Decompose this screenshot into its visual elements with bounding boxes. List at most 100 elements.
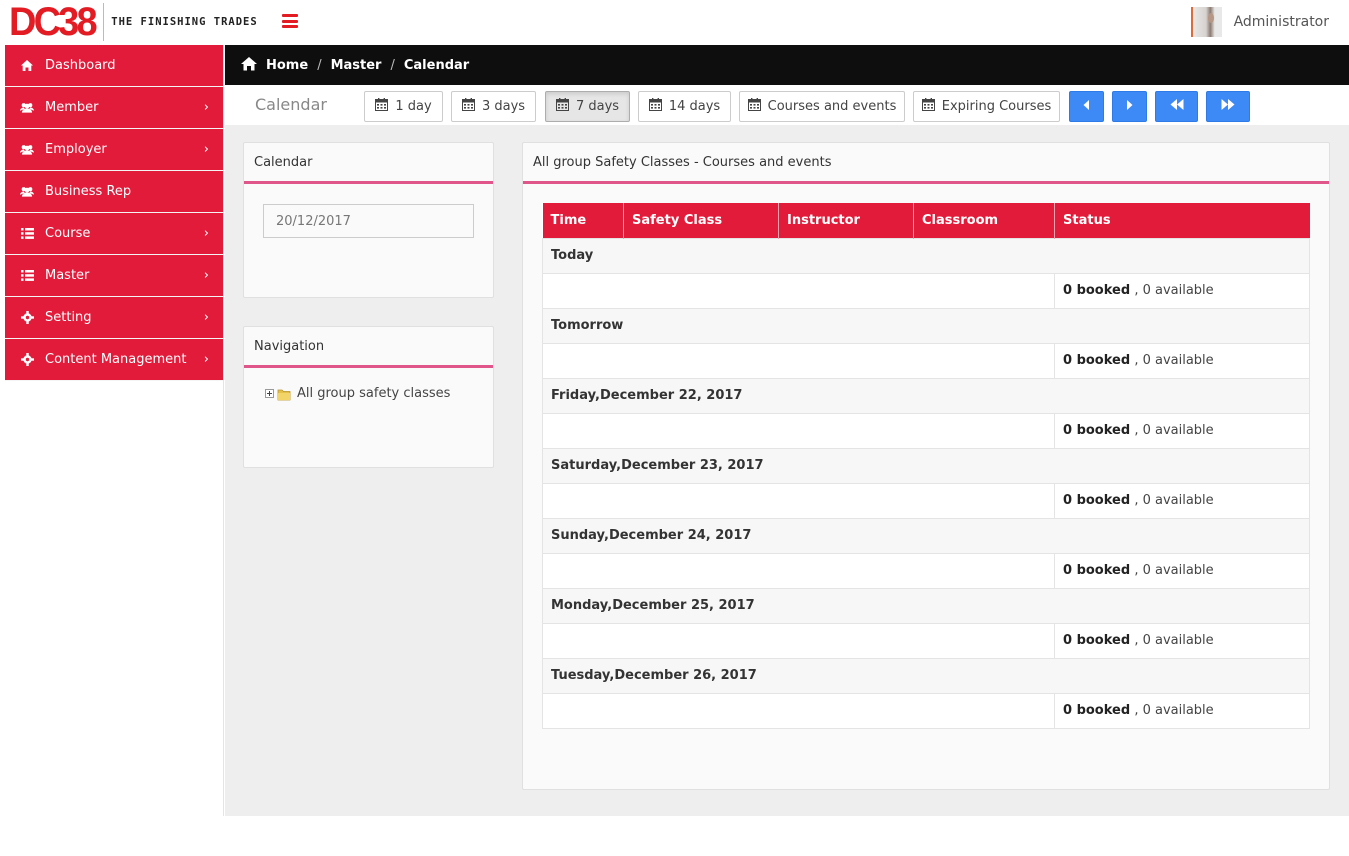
column-header-safety-class: Safety Class — [623, 203, 779, 238]
breadcrumb-home[interactable]: Home — [266, 58, 308, 73]
sidebar-item-employer[interactable]: Employer › — [5, 129, 223, 171]
button-label: 3 days — [481, 99, 526, 114]
booked-count: 0 booked — [1063, 423, 1131, 438]
chevron-right-icon: › — [203, 268, 209, 283]
day-row: Friday,December 22, 2017 — [542, 377, 1310, 414]
sidebar-item-content-management[interactable]: Content Management › — [5, 339, 223, 381]
fast-forward-icon — [1221, 99, 1235, 114]
panel-title: Navigation — [244, 327, 493, 368]
chevron-right-icon: › — [203, 100, 209, 115]
sidebar-item-label: Course — [45, 226, 91, 241]
breadcrumb-separator: / — [317, 57, 322, 73]
fast-backward-icon — [1170, 99, 1184, 114]
users-icon — [20, 185, 34, 199]
panel-title: Calendar — [244, 143, 493, 184]
booked-count: 0 booked — [1063, 353, 1131, 368]
sidebar-item-dashboard[interactable]: Dashboard — [5, 45, 223, 87]
day-label: Friday,December 22, 2017 — [542, 377, 1310, 414]
breadcrumb-master[interactable]: Master — [331, 58, 382, 73]
expiring-courses-button[interactable]: Expiring Courses — [913, 91, 1060, 122]
view-7-days-button[interactable]: 7 days — [545, 91, 630, 122]
sidebar-item-setting[interactable]: Setting › — [5, 297, 223, 339]
available-count: , 0 available — [1134, 353, 1214, 368]
chevron-right-icon: › — [203, 352, 209, 367]
day-row: Saturday,December 23, 2017 — [542, 447, 1310, 484]
view-1-day-button[interactable]: 1 day — [364, 91, 443, 122]
breadcrumb-calendar: Calendar — [403, 57, 470, 73]
available-count: , 0 available — [1134, 423, 1214, 438]
avatar[interactable] — [1190, 7, 1222, 37]
day-row: Monday,December 25, 2017 — [542, 587, 1310, 624]
available-count: , 0 available — [1134, 633, 1214, 648]
button-label: 14 days — [668, 99, 721, 114]
folder-icon — [277, 387, 291, 401]
courses-and-events-button[interactable]: Courses and events — [739, 91, 905, 122]
sidebar-item-business-rep[interactable]: Business Rep — [5, 171, 223, 213]
fast-forward-button[interactable] — [1206, 91, 1250, 122]
tree-node-label: All group safety classes — [297, 386, 451, 401]
panel-title: All group Safety Classes - Courses and e… — [523, 143, 1329, 184]
sidebar-item-label: Setting — [45, 310, 92, 325]
column-header-instructor: Instructor — [778, 203, 914, 238]
breadcrumb: Home / Master / Calendar — [225, 45, 1349, 85]
booked-count: 0 booked — [1063, 563, 1131, 578]
table-row: 0 booked , 0 available — [542, 482, 1310, 519]
sidebar-item-label: Content Management — [45, 352, 187, 367]
sidebar-item-member[interactable]: Member › — [5, 87, 223, 129]
brand-logo[interactable]: DC38 THE FINISHING TRADES — [9, 2, 258, 42]
available-count: , 0 available — [1134, 283, 1214, 298]
view-3-days-button[interactable]: 3 days — [451, 91, 536, 122]
sidebar-item-course[interactable]: Course › — [5, 213, 223, 255]
button-label: 1 day — [395, 99, 432, 114]
column-header-status: Status — [1054, 203, 1310, 238]
gear-icon — [20, 353, 34, 367]
chevron-right-icon: › — [203, 310, 209, 325]
logo-divider — [103, 3, 105, 41]
sidebar-item-label: Business Rep — [45, 184, 132, 199]
logo-mark: DC38 — [9, 0, 98, 44]
day-row: Sunday,December 24, 2017 — [542, 517, 1310, 554]
chevron-right-icon: › — [203, 226, 209, 241]
next-button[interactable] — [1112, 91, 1147, 122]
sidebar-item-label: Employer — [45, 142, 107, 157]
view-14-days-button[interactable]: 14 days — [638, 91, 731, 122]
button-label: Expiring Courses — [941, 99, 1052, 114]
logo-tagline: THE FINISHING TRADES — [111, 16, 258, 28]
day-label: Saturday,December 23, 2017 — [542, 447, 1310, 484]
button-label: Courses and events — [767, 99, 897, 114]
table-row: 0 booked , 0 available — [542, 552, 1310, 589]
toolbar-title: Calendar — [255, 95, 327, 114]
table-row: 0 booked , 0 available — [542, 272, 1310, 309]
calendar-icon — [747, 98, 761, 115]
breadcrumb-separator: / — [390, 57, 395, 73]
available-count: , 0 available — [1134, 563, 1214, 578]
sidebar-item-master[interactable]: Master › — [5, 255, 223, 297]
table-row: 0 booked , 0 available — [542, 412, 1310, 449]
status-cell: 0 booked , 0 available — [1054, 272, 1310, 309]
date-field[interactable] — [263, 204, 474, 238]
expand-icon[interactable] — [265, 389, 274, 398]
caret-left-icon — [1083, 99, 1090, 114]
home-icon — [240, 56, 258, 75]
day-label: Today — [542, 237, 1310, 274]
booked-count: 0 booked — [1063, 633, 1131, 648]
users-icon — [20, 101, 34, 115]
column-header-time: Time — [542, 203, 624, 238]
user-menu[interactable]: Administrator — [1190, 7, 1329, 37]
tree-node[interactable]: All group safety classes — [265, 386, 450, 401]
available-count: , 0 available — [1134, 703, 1214, 718]
status-cell: 0 booked , 0 available — [1054, 692, 1310, 729]
schedule-panel: All group Safety Classes - Courses and e… — [522, 142, 1330, 790]
list-icon — [20, 269, 34, 283]
status-cell: 0 booked , 0 available — [1054, 622, 1310, 659]
fast-backward-button[interactable] — [1155, 91, 1198, 122]
menu-toggle-icon[interactable] — [282, 14, 298, 28]
previous-button[interactable] — [1069, 91, 1104, 122]
calendar-icon — [461, 98, 475, 115]
day-label: Monday,December 25, 2017 — [542, 587, 1310, 624]
day-label: Tomorrow — [542, 307, 1310, 344]
sidebar-item-label: Member — [45, 100, 99, 115]
caret-right-icon — [1126, 99, 1133, 114]
user-name[interactable]: Administrator — [1234, 14, 1329, 30]
main-content: Home / Master / Calendar Calendar 1 day … — [225, 45, 1349, 816]
